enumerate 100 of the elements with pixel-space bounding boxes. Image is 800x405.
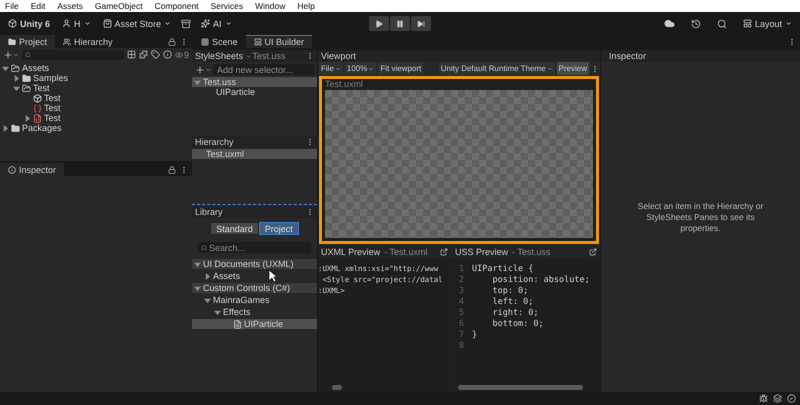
project-item[interactable]: Samples [0, 73, 192, 83]
caret-icon [368, 66, 374, 72]
add-button[interactable] [3, 50, 19, 60]
puzzle-button[interactable] [138, 50, 148, 59]
project-item[interactable]: Test [0, 93, 192, 103]
archive-button[interactable] [181, 18, 192, 28]
info-button[interactable] [162, 50, 172, 59]
ai-button[interactable]: AI [199, 16, 234, 32]
selector-field[interactable]: Add new selector... [213, 64, 314, 75]
panel-tab[interactable]: Inspector [0, 163, 64, 176]
step-icon [417, 20, 425, 28]
zoom-dropdown[interactable]: 100% [344, 62, 376, 75]
menu-item[interactable]: GameObject [94, 0, 143, 12]
menu-item[interactable]: File [5, 0, 19, 12]
step-button[interactable] [411, 16, 431, 31]
file-menu[interactable]: File [319, 62, 343, 75]
panel-tab[interactable]: Project [0, 35, 56, 48]
account-button[interactable]: Unity 6 [6, 16, 52, 32]
code-line: UIParticle { [472, 264, 534, 275]
layers-button[interactable] [773, 394, 782, 403]
caret-icon[interactable] [13, 74, 20, 82]
hidden-count-button[interactable]: 9 [174, 50, 189, 60]
panel-subtitle: - Test.uss [247, 51, 286, 61]
caret-icon[interactable] [204, 296, 211, 304]
grid-button[interactable] [126, 50, 136, 59]
search-field[interactable] [22, 50, 124, 60]
cube-icon [8, 19, 17, 28]
stylesheet-item[interactable]: Test.uxml [192, 149, 317, 159]
file-icon [233, 320, 242, 328]
open-external-button[interactable] [440, 248, 448, 256]
preview-button[interactable]: Preview [556, 62, 589, 75]
caret-icon[interactable] [2, 124, 9, 132]
stylesheet-item[interactable]: Test.uss [192, 77, 317, 87]
toggle-button[interactable]: Standard [210, 222, 259, 235]
line-number: 7 [458, 330, 465, 341]
user-button[interactable]: H [60, 16, 93, 32]
theme-dropdown[interactable]: Unity Default Runtime Theme [438, 62, 555, 75]
project-item[interactable]: Test [0, 113, 192, 123]
user-icon [62, 19, 72, 28]
cloud-button[interactable] [664, 18, 675, 29]
library-item[interactable]: Assets [192, 271, 317, 281]
history-button[interactable] [690, 18, 701, 28]
pause-icon [396, 20, 404, 28]
braces-icon [33, 104, 42, 112]
status-button[interactable] [787, 394, 796, 403]
add-button[interactable] [195, 64, 211, 74]
menu-item[interactable]: Component [154, 0, 199, 12]
caret-icon[interactable] [13, 84, 20, 92]
caret-icon[interactable] [2, 64, 9, 72]
tag-icon [150, 50, 160, 59]
open-external-button[interactable] [589, 248, 597, 256]
caret-icon[interactable] [24, 114, 31, 122]
library-item[interactable]: Effects [192, 307, 317, 317]
panel-title: Viewport [321, 51, 356, 61]
editor-tab[interactable]: Scene [193, 35, 246, 48]
search-button[interactable] [716, 18, 727, 28]
menu-item[interactable]: Help [297, 0, 315, 12]
menu-item[interactable]: Services [210, 0, 244, 12]
caret-icon[interactable] [194, 284, 201, 292]
code-line: top: 0; [491, 286, 528, 297]
tag-button[interactable] [150, 50, 160, 59]
project-item[interactable]: Test [0, 103, 192, 113]
editor-tab[interactable]: UI Builder [246, 35, 312, 48]
asset-store-button[interactable]: Asset Store [100, 16, 174, 32]
library-item[interactable]: MainraGames [192, 295, 317, 305]
line-number: 5 [458, 308, 465, 319]
caret-icon [84, 20, 91, 27]
open-external-icon [589, 248, 597, 256]
library-category[interactable]: Custom Controls (C#) [192, 283, 317, 293]
pause-button[interactable] [390, 16, 410, 31]
cursor-icon [268, 269, 278, 283]
project-item[interactable]: Assets [0, 63, 192, 73]
line-number: 1 [458, 264, 465, 275]
menu-item[interactable]: Edit [30, 0, 46, 12]
users-icon [63, 38, 72, 46]
toggle-button[interactable]: Project [258, 222, 299, 235]
debug-button[interactable] [759, 394, 768, 403]
caret-icon[interactable] [204, 272, 211, 280]
caret-icon[interactable] [214, 308, 221, 316]
layout-button[interactable]: Layout [740, 16, 794, 32]
project-item[interactable]: Packages [0, 123, 192, 133]
caret-icon[interactable] [194, 260, 201, 268]
panel-title: UXML Preview [321, 247, 380, 257]
code-line: bottom: 0; [491, 319, 544, 330]
cube-icon [33, 94, 42, 102]
folder-icon [22, 74, 31, 82]
fit-viewport-button[interactable]: Fit viewport [378, 62, 424, 75]
menu-item[interactable]: Window [255, 0, 286, 12]
code-line: } [472, 330, 478, 341]
search-field[interactable]: Search... [198, 242, 311, 253]
project-item[interactable]: Test [0, 83, 192, 93]
play-button[interactable] [369, 16, 389, 31]
caret-icon [13, 52, 19, 58]
library-item[interactable]: UIParticle [192, 319, 317, 329]
stylesheet-item[interactable]: UIParticle [192, 87, 317, 97]
panel-tab[interactable]: Hierarchy [55, 35, 121, 48]
library-category[interactable]: UI Documents (UXML) [192, 259, 317, 269]
caret-icon [164, 20, 172, 27]
menu-item[interactable]: Assets [57, 0, 83, 12]
sparkles-icon [201, 19, 210, 28]
